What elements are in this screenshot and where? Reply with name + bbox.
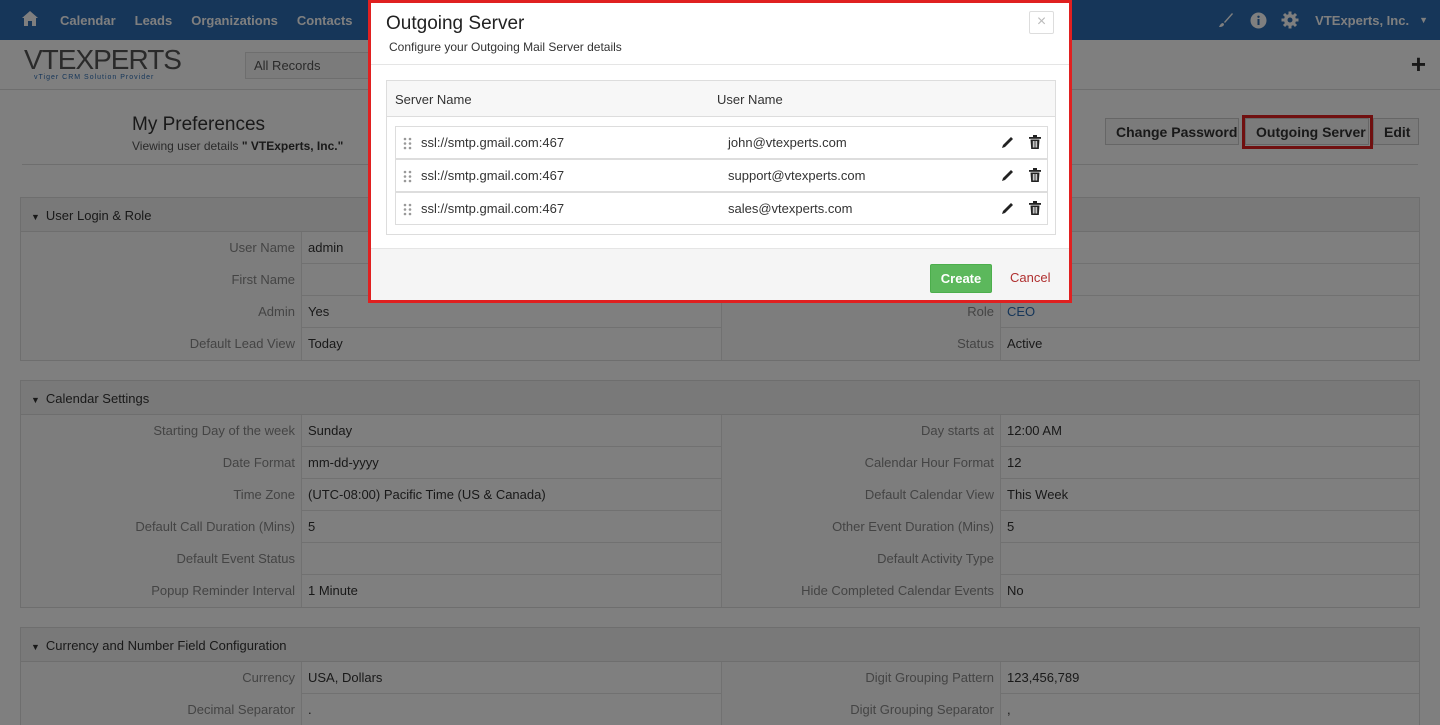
pencil-icon[interactable]: [1001, 168, 1015, 182]
cancel-button[interactable]: Cancel: [1010, 270, 1050, 285]
server-name: ssl://smtp.gmail.com:467: [421, 201, 565, 216]
server-name: ssl://smtp.gmail.com:467: [421, 135, 565, 150]
modal-footer: Create Cancel: [371, 248, 1069, 300]
server-name: ssl://smtp.gmail.com:467: [421, 168, 565, 183]
pencil-icon[interactable]: [1001, 201, 1015, 215]
column-header-user: User Name: [717, 92, 783, 107]
modal-subtitle: Configure your Outgoing Mail Server deta…: [389, 40, 622, 54]
server-table: Server Name User Name ssl://smtp.gmail.c…: [386, 80, 1056, 235]
create-button[interactable]: Create: [930, 264, 992, 293]
table-row[interactable]: ssl://smtp.gmail.com:467 john@vtexperts.…: [395, 126, 1048, 159]
modal-header: Outgoing Server Configure your Outgoing …: [371, 3, 1069, 65]
drag-handle-icon[interactable]: [403, 170, 412, 183]
drag-handle-icon[interactable]: [403, 137, 412, 150]
trash-icon[interactable]: [1029, 201, 1041, 215]
table-row[interactable]: ssl://smtp.gmail.com:467 sales@vtexperts…: [395, 192, 1048, 225]
trash-icon[interactable]: [1029, 168, 1041, 182]
table-row[interactable]: ssl://smtp.gmail.com:467 support@vtexper…: [395, 159, 1048, 192]
modal-title: Outgoing Server: [386, 13, 525, 34]
trash-icon[interactable]: [1029, 135, 1041, 149]
outgoing-server-modal: Outgoing Server Configure your Outgoing …: [368, 0, 1072, 303]
table-header: Server Name User Name: [387, 81, 1055, 117]
column-header-server: Server Name: [395, 92, 472, 107]
drag-handle-icon[interactable]: [403, 203, 412, 216]
user-name: support@vtexperts.com: [728, 168, 866, 183]
user-name: sales@vtexperts.com: [728, 201, 853, 216]
user-name: john@vtexperts.com: [728, 135, 847, 150]
close-icon[interactable]: ×: [1029, 11, 1054, 34]
pencil-icon[interactable]: [1001, 135, 1015, 149]
